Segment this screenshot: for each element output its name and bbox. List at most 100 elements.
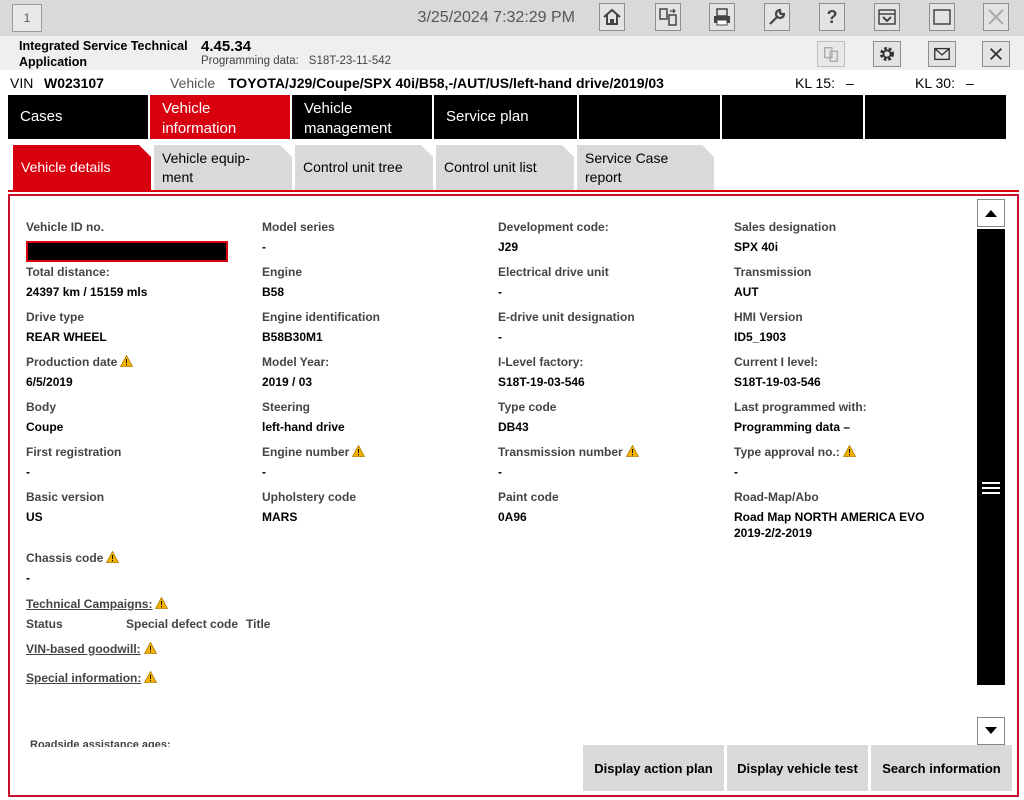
tab-vehicle-details[interactable]: Vehicle details — [13, 145, 151, 190]
label-engine-identification: Engine identification — [262, 310, 381, 324]
nav-empty-1 — [579, 95, 720, 139]
tab-control-unit-list[interactable]: Control unit list — [436, 145, 574, 190]
value-transmission-number: - — [498, 465, 502, 479]
roadside-assistance-label: Roadside assistance ages: — [30, 739, 171, 747]
label-model-series: Model series — [262, 220, 335, 234]
home-button[interactable] — [599, 3, 625, 31]
settings-button[interactable] — [873, 41, 901, 67]
vehicle-value: TOYOTA/J29/Coupe/SPX 40i/B58,-/AUT/US/le… — [228, 75, 664, 91]
value-first-registration: - — [26, 465, 30, 479]
help-icon: ? — [826, 6, 838, 27]
label-first-registration: First registration — [26, 445, 122, 459]
value-engine-identification: B58B30M1 — [262, 330, 323, 344]
value-sales-designation: SPX 40i — [734, 240, 779, 254]
print-button[interactable] — [709, 3, 735, 31]
technical-campaigns-text: Technical Campaigns: — [26, 597, 153, 611]
arrow-down-icon — [985, 727, 997, 734]
value-production-date: 6/5/2019 — [26, 375, 73, 389]
nav-vehicle-information[interactable]: Vehicle information — [150, 95, 290, 139]
warning-icon — [625, 445, 639, 457]
display-vehicle-test-button[interactable]: Display vehicle test — [727, 745, 868, 791]
close-icon — [988, 9, 1004, 25]
label-e-drive-unit-designation: E-drive unit designation — [498, 310, 635, 324]
label-type-approval-text: Type approval no.: — [734, 445, 840, 459]
app-name: Integrated Service Technical Application — [19, 39, 188, 69]
warning-icon — [144, 671, 158, 683]
search-information-button[interactable]: Search information — [871, 745, 1012, 791]
document-copy-button[interactable] — [817, 41, 845, 67]
window-button[interactable] — [929, 3, 955, 31]
value-e-drive-unit-designation: - — [498, 330, 502, 344]
kl15-label: KL 15: — [795, 75, 835, 91]
value-body: Coupe — [26, 420, 64, 434]
label-transmission-number-text: Transmission number — [498, 445, 623, 459]
label-model-year: Model Year: — [262, 355, 330, 369]
warning-icon — [106, 551, 120, 563]
close-app-button[interactable] — [982, 41, 1010, 67]
vertical-scrollbar[interactable] — [977, 199, 1014, 745]
wrench-icon — [769, 8, 786, 25]
label-engine: Engine — [262, 265, 303, 279]
nav-empty-3 — [865, 95, 1006, 139]
vin-based-goodwill-text: VIN-based goodwill: — [26, 642, 141, 656]
value-development-code: J29 — [498, 240, 519, 254]
download-button[interactable] — [874, 3, 900, 31]
value-current-i-level: S18T-19-03-546 — [734, 375, 821, 389]
label-hmi-version: HMI Version — [734, 310, 803, 324]
tools-button[interactable] — [764, 3, 790, 31]
scroll-up-button[interactable] — [977, 199, 1005, 227]
value-paint-code: 0A96 — [498, 510, 527, 524]
print-icon — [714, 8, 730, 26]
download-icon — [878, 9, 896, 25]
label-i-level-factory: I-Level factory: — [498, 355, 584, 369]
help-button[interactable]: ? — [819, 3, 845, 31]
vin-based-goodwill-link[interactable]: VIN-based goodwill: — [26, 642, 157, 656]
main-nav: Cases Vehicle information Vehicle manage… — [0, 95, 1024, 139]
value-drive-type: REAR WHEEL — [26, 330, 107, 344]
value-model-series: - — [262, 240, 266, 254]
special-information-link[interactable]: Special information: — [26, 671, 158, 685]
label-type-approval: Type approval no.: — [734, 445, 856, 459]
warning-icon — [143, 642, 157, 654]
label-basic-version: Basic version — [26, 490, 105, 504]
column-header-status: Status — [26, 617, 63, 631]
value-type-approval: - — [734, 465, 738, 479]
scroll-down-button[interactable] — [977, 717, 1005, 745]
tab-service-case-report[interactable]: Service Case report — [577, 145, 714, 190]
label-engine-number: Engine number — [262, 445, 366, 459]
nav-cases[interactable]: Cases — [8, 95, 148, 139]
kl15-value: – — [846, 75, 854, 91]
label-upholstery-code: Upholstery code — [262, 490, 357, 504]
tab-underline — [8, 190, 1019, 192]
close-icon — [989, 47, 1003, 61]
label-steering: Steering — [262, 400, 311, 414]
exit-button[interactable] — [983, 3, 1009, 31]
warning-icon — [842, 445, 856, 457]
value-hmi-version: ID5_1903 — [734, 330, 787, 344]
label-development-code: Development code: — [498, 220, 609, 234]
nav-vehicle-management[interactable]: Vehicle management — [292, 95, 432, 139]
vehicle-label: Vehicle — [170, 75, 216, 91]
label-drive-type: Drive type — [26, 310, 85, 324]
mail-button[interactable] — [928, 41, 956, 67]
label-type-code: Type code — [498, 400, 557, 414]
window-number-button[interactable]: 1 — [12, 4, 42, 32]
tab-control-unit-tree[interactable]: Control unit tree — [295, 145, 433, 190]
label-current-i-level: Current I level: — [734, 355, 819, 369]
display-action-plan-button[interactable]: Display action plan — [583, 745, 724, 791]
vin-label: VIN — [10, 75, 34, 91]
vin-value: W023107 — [44, 75, 104, 91]
technical-campaigns-link[interactable]: Technical Campaigns: — [26, 597, 169, 611]
label-transmission-number: Transmission number — [498, 445, 639, 459]
nav-service-plan[interactable]: Service plan — [434, 95, 577, 139]
document-swap-button[interactable] — [655, 3, 681, 31]
scroll-thumb[interactable] — [977, 229, 1005, 685]
warning-icon — [155, 597, 169, 609]
column-header-special-defect-code: Special defect code — [126, 617, 239, 631]
programming-data: Programming data: S18T-23-11-542 — [201, 55, 391, 67]
tab-vehicle-equipment[interactable]: Vehicle equip-ment — [154, 145, 292, 190]
value-basic-version: US — [26, 510, 43, 524]
vehicle-id-field-redacted — [26, 241, 228, 262]
label-paint-code: Paint code — [498, 490, 559, 504]
value-last-programmed: Programming data – — [734, 420, 851, 434]
